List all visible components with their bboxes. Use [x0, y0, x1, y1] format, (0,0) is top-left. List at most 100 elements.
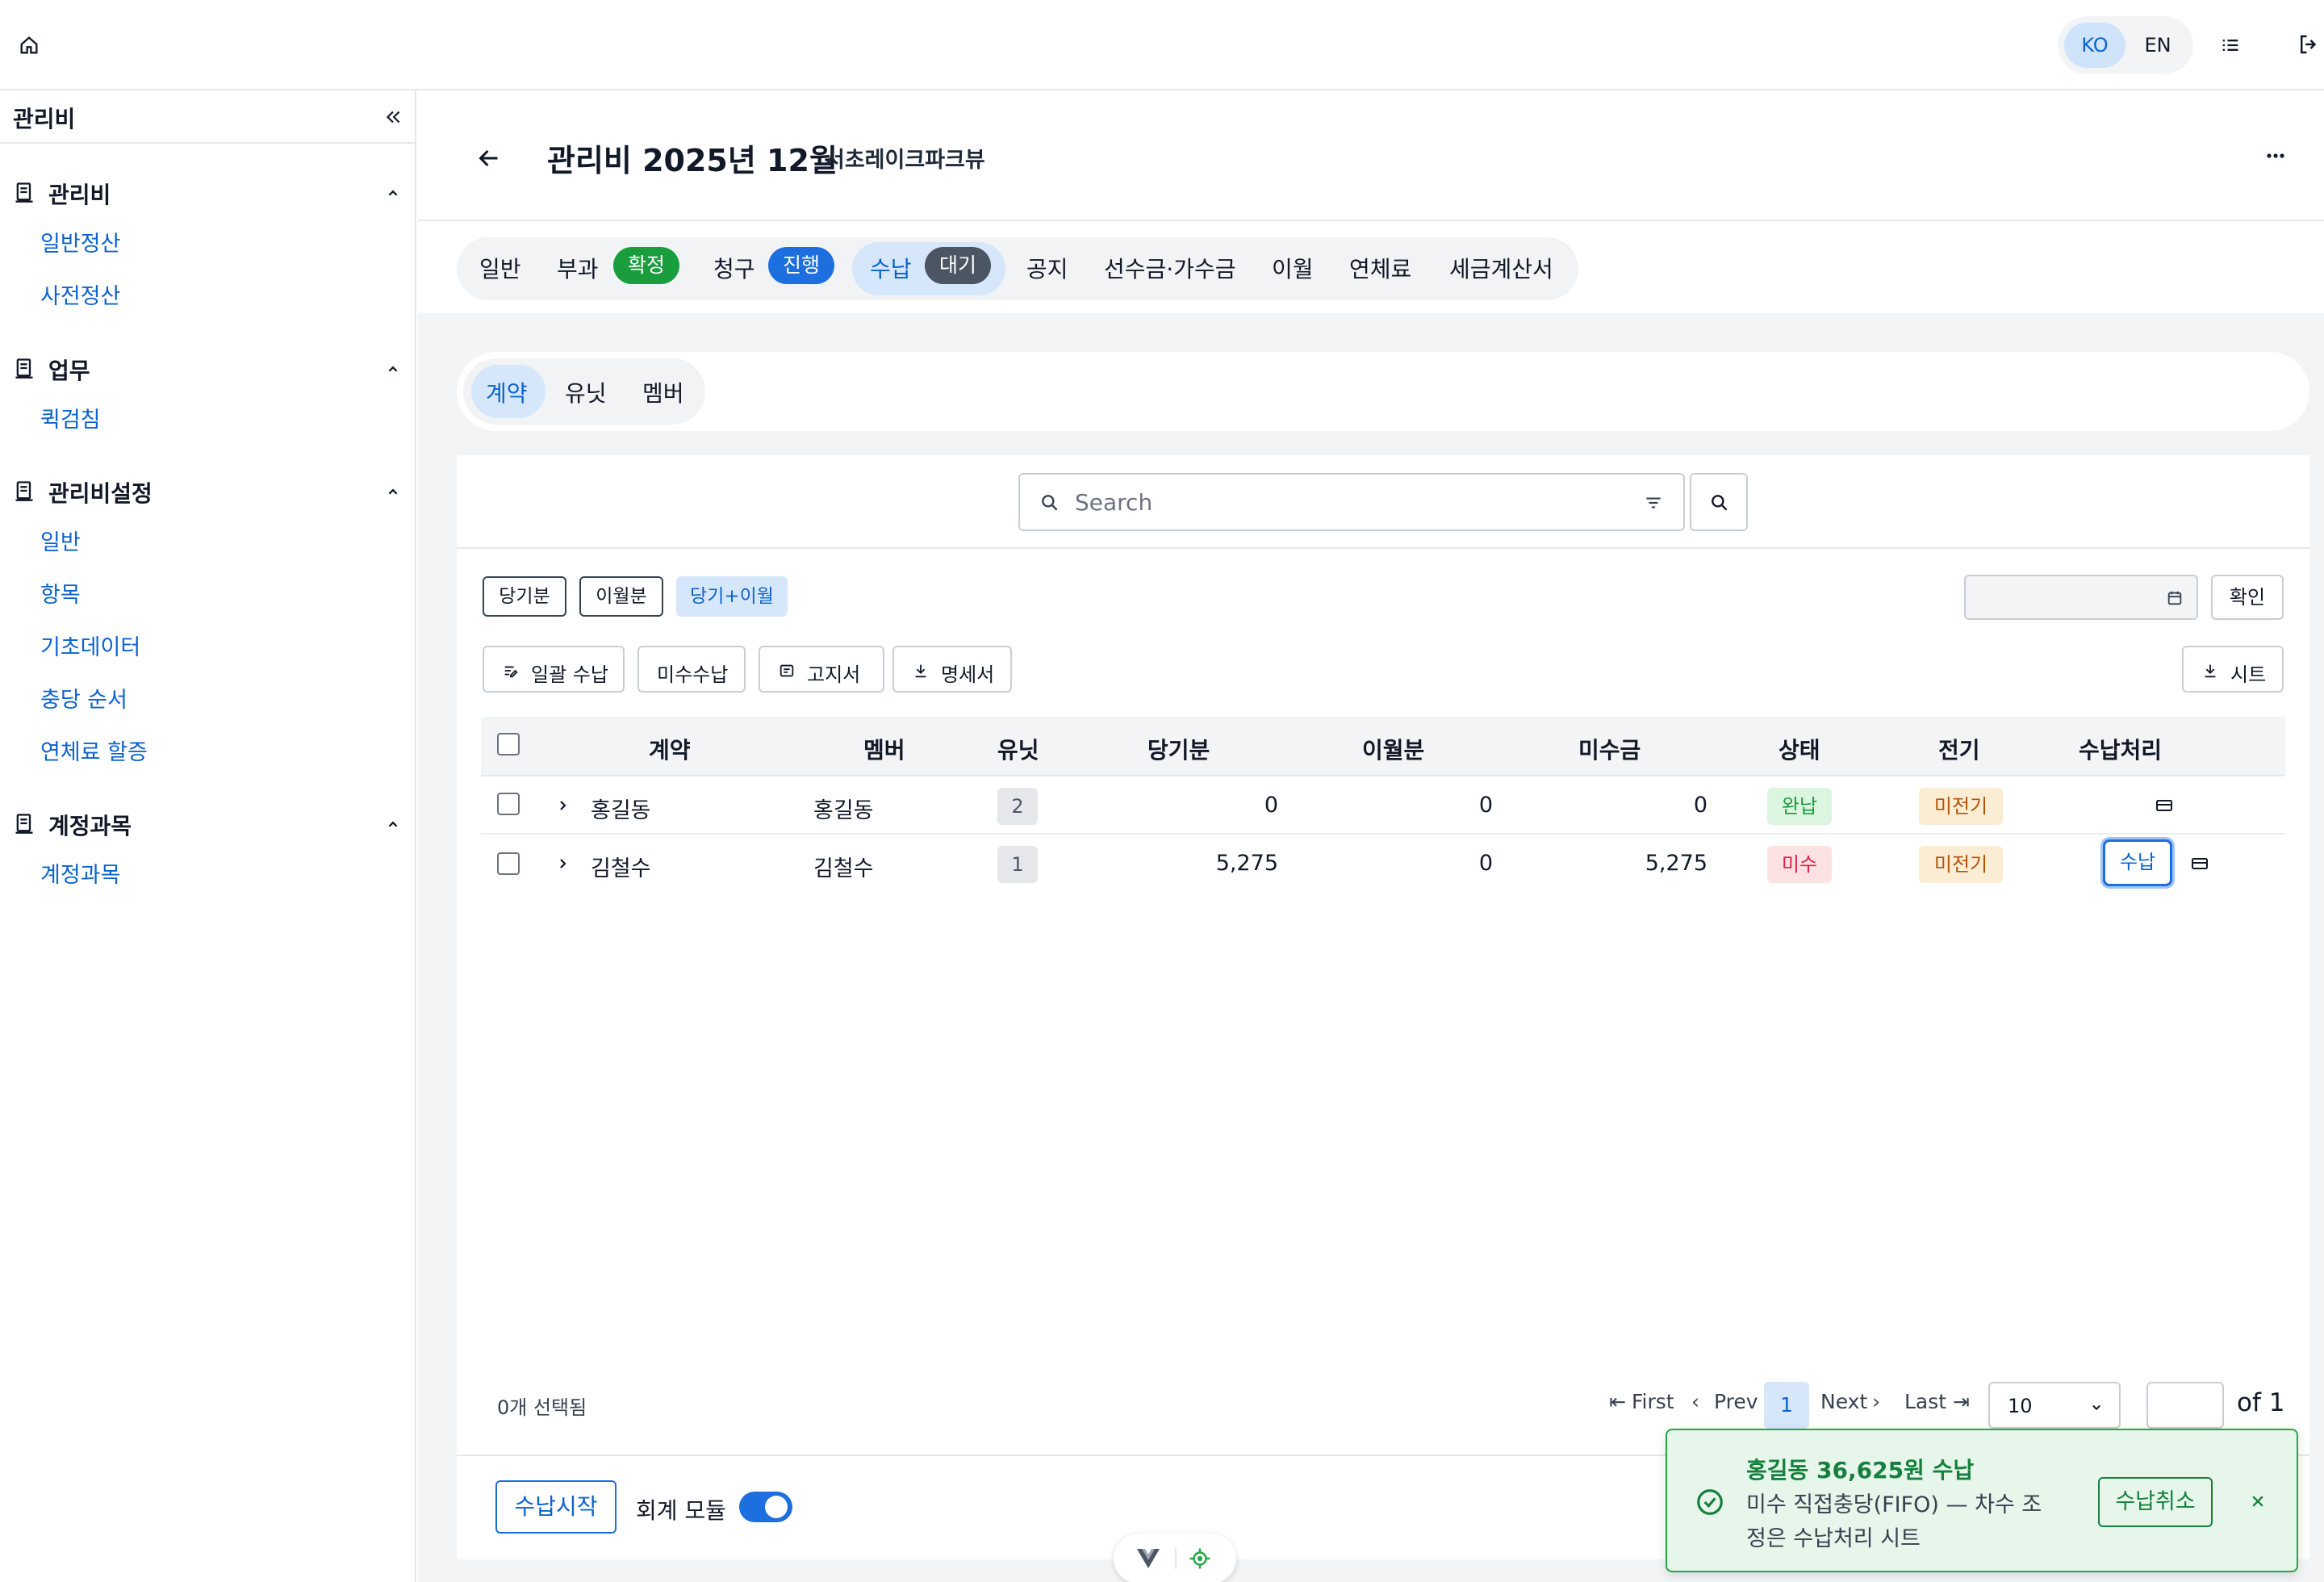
row-checkbox[interactable]: [497, 852, 520, 875]
chevron-right-icon[interactable]: ›: [1872, 1390, 1880, 1413]
divider: [457, 547, 2309, 549]
back-arrow-icon[interactable]: [474, 144, 504, 173]
page-size-select[interactable]: 10: [1988, 1382, 2121, 1429]
search-button[interactable]: [1690, 473, 1748, 531]
search-icon: [1712, 495, 1728, 511]
accounting-module-toggle[interactable]: [739, 1492, 792, 1522]
column-header-unit[interactable]: 유닛: [997, 733, 1039, 765]
table-row[interactable]: 김철수 김철수 1 5,275 0 5,275 미수 미전기 수납: [481, 835, 2285, 893]
sidebar-group-fees[interactable]: 관리비: [0, 170, 415, 215]
chevron-right-icon[interactable]: [555, 796, 571, 815]
collapse-sidebar-icon[interactable]: [382, 107, 403, 128]
filter-both-chip[interactable]: 당기+이월: [676, 576, 788, 617]
prev-page-button[interactable]: Prev: [1714, 1390, 1758, 1413]
close-icon[interactable]: [2247, 1490, 2269, 1513]
first-page-icon[interactable]: ⇤: [1609, 1390, 1626, 1413]
filter-current-chip[interactable]: 당기분: [483, 576, 566, 617]
unit-badge[interactable]: 1: [997, 846, 1038, 883]
document-icon: [15, 479, 34, 502]
last-page-icon[interactable]: ⇥: [1953, 1390, 1970, 1413]
filter-carried-chip[interactable]: 이월분: [579, 576, 663, 617]
credit-card-icon[interactable]: [2155, 797, 2174, 814]
selected-count: 0개 선택됨: [497, 1396, 587, 1419]
lang-en-button[interactable]: EN: [2127, 23, 2188, 68]
column-header-member[interactable]: 멤버: [863, 733, 905, 765]
last-page-button[interactable]: Last: [1904, 1390, 1946, 1413]
sidebar-item-general-settlement[interactable]: 일반정산: [40, 226, 120, 257]
date-picker-input[interactable]: [1964, 575, 2198, 620]
download-icon: [915, 664, 926, 678]
chevron-up-icon[interactable]: [384, 483, 402, 500]
tab-prepayment[interactable]: 선수금·가수금: [1104, 252, 1235, 284]
chevron-right-icon[interactable]: [555, 854, 571, 873]
column-header-contract[interactable]: 계약: [649, 733, 691, 765]
more-options-icon[interactable]: [2259, 144, 2292, 168]
row-checkbox[interactable]: [497, 793, 520, 815]
select-all-checkbox[interactable]: [497, 733, 520, 755]
pay-button[interactable]: 수납: [2103, 839, 2172, 886]
subtab-contract[interactable]: 계약: [486, 376, 528, 408]
chevron-left-icon[interactable]: ‹: [1691, 1390, 1699, 1413]
sidebar-group-fee-settings[interactable]: 관리비설정: [0, 468, 415, 513]
sidebar-item-base-data[interactable]: 기초데이터: [40, 630, 140, 661]
column-header-status[interactable]: 상태: [1779, 733, 1820, 765]
tab-general[interactable]: 일반: [479, 252, 521, 284]
target-icon[interactable]: [1188, 1546, 1212, 1571]
statement-button[interactable]: 명세서: [892, 646, 1012, 693]
subtab-member[interactable]: 멤버: [642, 376, 684, 408]
search-input[interactable]: Search: [1018, 473, 1685, 531]
home-icon[interactable]: [18, 34, 40, 56]
status-badge: 대기: [925, 247, 991, 284]
language-switch: KO EN: [2058, 16, 2193, 74]
cancel-collection-button[interactable]: 수납취소: [2098, 1477, 2213, 1527]
chevron-up-icon[interactable]: [384, 184, 402, 202]
sidebar-item-items[interactable]: 항목: [40, 577, 81, 609]
tab-levy[interactable]: 부과: [557, 252, 599, 284]
sidebar-item-allocation-order[interactable]: 충당 순서: [40, 682, 127, 714]
sidebar-item-accounts[interactable]: 계정과목: [40, 857, 120, 889]
column-header-unpaid[interactable]: 미수금: [1578, 733, 1641, 765]
subtab-unit[interactable]: 유닛: [565, 376, 607, 408]
sidebar-group-accounts[interactable]: 계정과목: [0, 801, 415, 846]
logout-icon[interactable]: [2297, 32, 2321, 56]
next-page-button[interactable]: Next: [1820, 1390, 1867, 1413]
unpaid-pay-button[interactable]: 미수수납: [637, 646, 746, 693]
cell-unpaid: 0: [1693, 793, 1707, 818]
tab-notice[interactable]: 공지: [1026, 252, 1068, 284]
tab-carryover[interactable]: 이월: [1272, 252, 1314, 284]
bulk-pay-button[interactable]: 일괄 수납: [483, 646, 625, 693]
first-page-button[interactable]: First: [1632, 1390, 1674, 1413]
tab-collection[interactable]: 수납: [870, 252, 912, 284]
start-collection-button[interactable]: 수납시작: [495, 1480, 617, 1534]
credit-card-icon[interactable]: [2190, 856, 2209, 872]
download-icon: [2205, 664, 2216, 678]
sidebar-item-late-fee-surcharge[interactable]: 연체료 할증: [40, 734, 148, 766]
document-icon: [15, 812, 34, 835]
sheet-button[interactable]: 시트: [2182, 646, 2284, 693]
chevron-up-icon[interactable]: [384, 360, 402, 378]
column-header-action[interactable]: 수납처리: [2079, 733, 2162, 765]
filter-icon[interactable]: [1643, 492, 1664, 513]
current-page-button[interactable]: 1: [1764, 1382, 1809, 1429]
sidebar-item-general[interactable]: 일반: [40, 525, 81, 556]
sidebar-item-pre-settlement[interactable]: 사전정산: [40, 278, 120, 310]
sidebar-group-work[interactable]: 업무: [0, 345, 415, 391]
table-row[interactable]: 홍길동 홍길동 2 0 0 0 완납 미전기: [481, 776, 2285, 835]
menu-list-icon[interactable]: [2219, 34, 2242, 56]
vue-logo-icon[interactable]: [1136, 1548, 1160, 1569]
column-header-current[interactable]: 당기분: [1147, 733, 1210, 765]
notice-button[interactable]: 고지서: [759, 646, 884, 693]
column-header-carried[interactable]: 이월분: [1362, 733, 1424, 765]
tab-billing[interactable]: 청구: [713, 252, 755, 284]
page-number-input[interactable]: [2146, 1382, 2224, 1429]
unit-badge[interactable]: 2: [997, 788, 1038, 825]
column-header-posting[interactable]: 전기: [1938, 733, 1980, 765]
chevron-up-icon[interactable]: [384, 815, 402, 833]
top-bar: KO EN: [0, 0, 2324, 90]
cell-contract: 김철수: [591, 856, 651, 881]
lang-ko-button[interactable]: KO: [2064, 23, 2125, 68]
confirm-button[interactable]: 확인: [2211, 575, 2284, 620]
tab-late-fee[interactable]: 연체료: [1349, 252, 1411, 284]
tab-tax-invoice[interactable]: 세금계산서: [1449, 252, 1553, 284]
sidebar-item-quick-reading[interactable]: 퀵검침: [40, 402, 101, 433]
